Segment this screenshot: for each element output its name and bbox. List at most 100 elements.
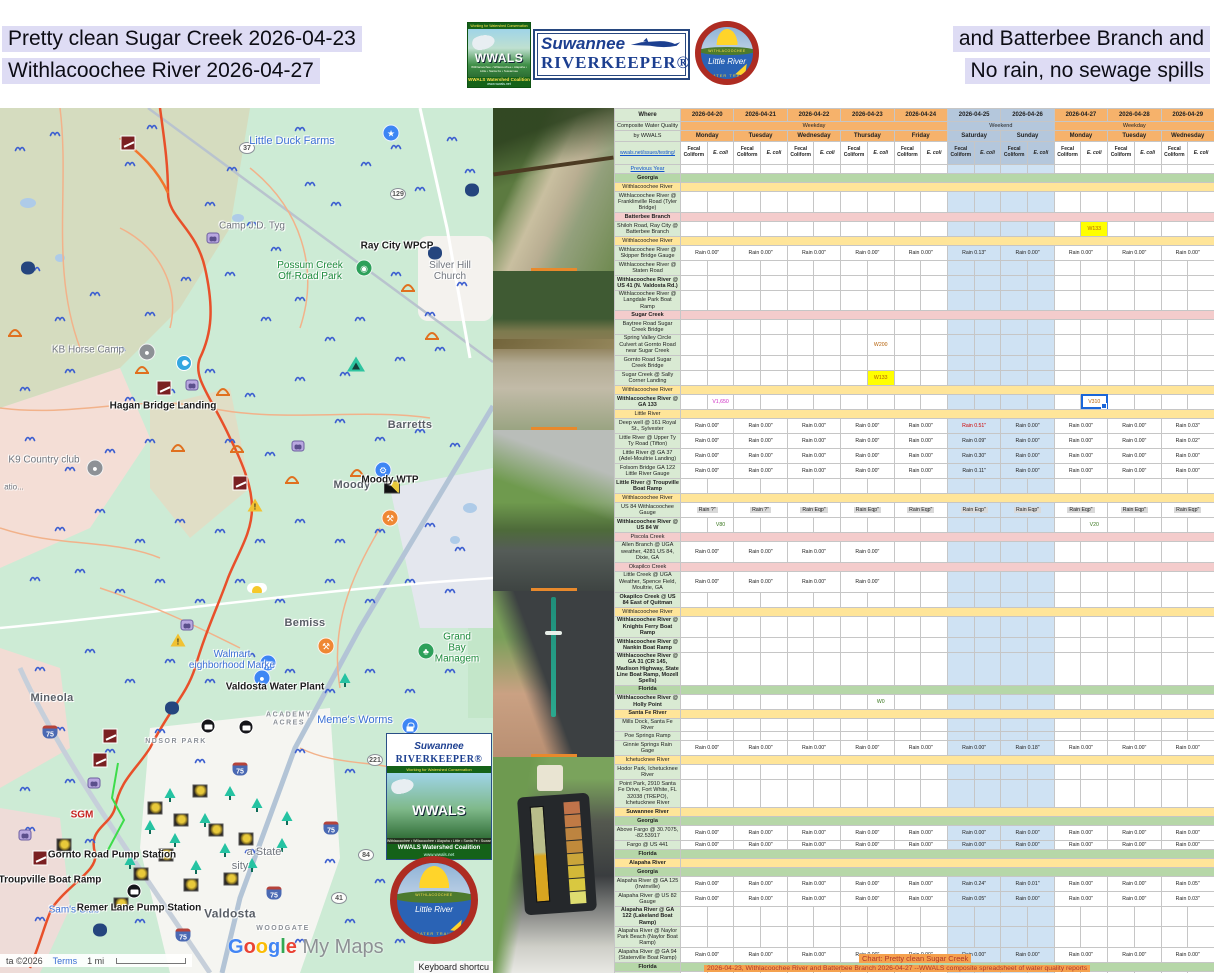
sheet-cell[interactable] [1081, 370, 1108, 385]
sheet-cell[interactable] [947, 319, 974, 334]
section-band[interactable] [681, 817, 1214, 826]
sheet-cell[interactable] [787, 592, 814, 607]
sheet-cell[interactable] [947, 616, 974, 637]
sheet-cell[interactable] [681, 592, 708, 607]
sheet-cell[interactable] [894, 694, 921, 709]
sheet-cell[interactable] [1188, 907, 1214, 927]
sheet-cell[interactable] [841, 165, 868, 174]
tree-marker[interactable] [190, 860, 203, 880]
sheet-cell[interactable] [787, 165, 814, 174]
sheet-cell[interactable] [734, 592, 761, 607]
sheet-cell[interactable] [707, 616, 734, 637]
sheet-cell[interactable] [787, 732, 814, 741]
sheet-cell[interactable] [734, 222, 761, 237]
sheet-cell[interactable] [841, 291, 868, 311]
bird-marker[interactable] [271, 239, 282, 257]
bridge-marker[interactable] [230, 440, 244, 458]
sheet-cell[interactable] [1188, 780, 1214, 808]
sheet-cell[interactable] [1134, 319, 1161, 334]
sheet-cell[interactable] [947, 478, 974, 493]
sheet-cell[interactable] [707, 291, 734, 311]
sheet-cell[interactable] [1161, 291, 1188, 311]
sheet-cell[interactable] [681, 517, 708, 532]
sheet-cell[interactable] [921, 694, 948, 709]
bird-marker[interactable] [355, 309, 366, 327]
sheet-cell[interactable] [1108, 652, 1135, 685]
sheet-cell[interactable] [947, 571, 974, 592]
rain-cell[interactable]: Rain 0.00" [734, 741, 787, 756]
sheet-cell[interactable] [1054, 276, 1081, 291]
sheet-cell[interactable] [1108, 718, 1135, 732]
rain-cell[interactable]: Rain 0.00" [1161, 448, 1214, 463]
sheet-cell[interactable] [1134, 927, 1161, 948]
sheet-cell[interactable] [1161, 732, 1188, 741]
rain-cell[interactable]: Rain 0.00" [947, 826, 1000, 841]
sheet-cell[interactable] [814, 927, 841, 948]
sheet-cell[interactable] [1188, 652, 1214, 685]
sheet-cell[interactable] [1054, 319, 1081, 334]
bird-marker[interactable] [465, 161, 476, 179]
bird-marker[interactable] [455, 539, 466, 557]
rain-cell[interactable]: Rain 0.03" [1161, 418, 1214, 433]
sheet-cell[interactable] [761, 637, 788, 652]
navy-marker[interactable] [428, 247, 442, 260]
sheet-cell[interactable] [921, 732, 948, 741]
section-band[interactable] [681, 607, 1214, 616]
sheet-cell[interactable] [1081, 276, 1108, 291]
sheet-cell[interactable] [894, 765, 921, 780]
rain-cell[interactable]: Rain 0.05" [947, 892, 1000, 907]
rain-cell[interactable]: Rain 0.00" [841, 877, 894, 892]
sheet-cell[interactable] [867, 718, 894, 732]
sheet-cell[interactable] [707, 732, 734, 741]
sheet-cell[interactable] [947, 732, 974, 741]
sheet-cell[interactable] [681, 276, 708, 291]
bird-marker[interactable] [285, 661, 296, 679]
sheet-cell[interactable] [894, 291, 921, 311]
sheet-cell[interactable] [921, 616, 948, 637]
sheet-cell[interactable] [1054, 694, 1081, 709]
sheet-cell[interactable] [1054, 478, 1081, 493]
sheet-cell[interactable] [761, 370, 788, 385]
sheet-cell[interactable] [974, 370, 1001, 385]
bird-marker[interactable] [447, 129, 458, 147]
tree-marker[interactable] [219, 843, 232, 863]
sheet-cell[interactable] [707, 192, 734, 213]
sheet-cell[interactable] [1028, 780, 1055, 808]
rain-cell[interactable]: Rain 0.00" [681, 571, 734, 592]
sheet-cell[interactable] [894, 637, 921, 652]
bird-marker[interactable] [255, 531, 266, 549]
sheet-cell[interactable] [1161, 718, 1188, 732]
bird-marker[interactable] [65, 361, 76, 379]
sheet-cell[interactable] [814, 765, 841, 780]
sheet-cell[interactable] [1108, 517, 1135, 532]
sheet-cell[interactable] [1001, 355, 1028, 370]
sheet-cell[interactable] [894, 222, 921, 237]
sheet-cell[interactable] [1081, 637, 1108, 652]
sheet-cell[interactable] [974, 637, 1001, 652]
sheet-cell[interactable] [681, 165, 708, 174]
sheet-cell[interactable] [734, 276, 761, 291]
sheet-cell[interactable] [1108, 261, 1135, 276]
sheet-cell[interactable] [734, 192, 761, 213]
sheet-cell[interactable] [1188, 319, 1214, 334]
rain-cell[interactable]: Rain 0.00" [1054, 448, 1107, 463]
photo-marker[interactable] [57, 839, 72, 852]
bird-marker[interactable] [155, 571, 166, 589]
sheet-cell[interactable] [1081, 718, 1108, 732]
sheet-cell[interactable] [707, 718, 734, 732]
sheet-cell[interactable] [1134, 616, 1161, 637]
sheet-cell[interactable] [681, 319, 708, 334]
rain-cell[interactable]: Rain 0.51" [947, 418, 1000, 433]
rain-cell[interactable]: Rain 0.00" [787, 892, 840, 907]
sheet-cell[interactable] [1134, 718, 1161, 732]
sheet-cell[interactable] [1028, 334, 1055, 355]
rain-cell[interactable]: Rain 0.00" [681, 892, 734, 907]
sheet-cell[interactable] [814, 355, 841, 370]
rain-cell[interactable]: Rain 0.00" [894, 826, 947, 841]
sheet-cell[interactable] [921, 192, 948, 213]
sheet-cell[interactable] [1081, 780, 1108, 808]
rain-cell[interactable]: Rain 0.13" [947, 246, 1000, 261]
rain-cell[interactable]: Rain 0.00" [681, 463, 734, 478]
sheet-cell[interactable] [1054, 652, 1081, 685]
sheet-cell[interactable] [761, 222, 788, 237]
